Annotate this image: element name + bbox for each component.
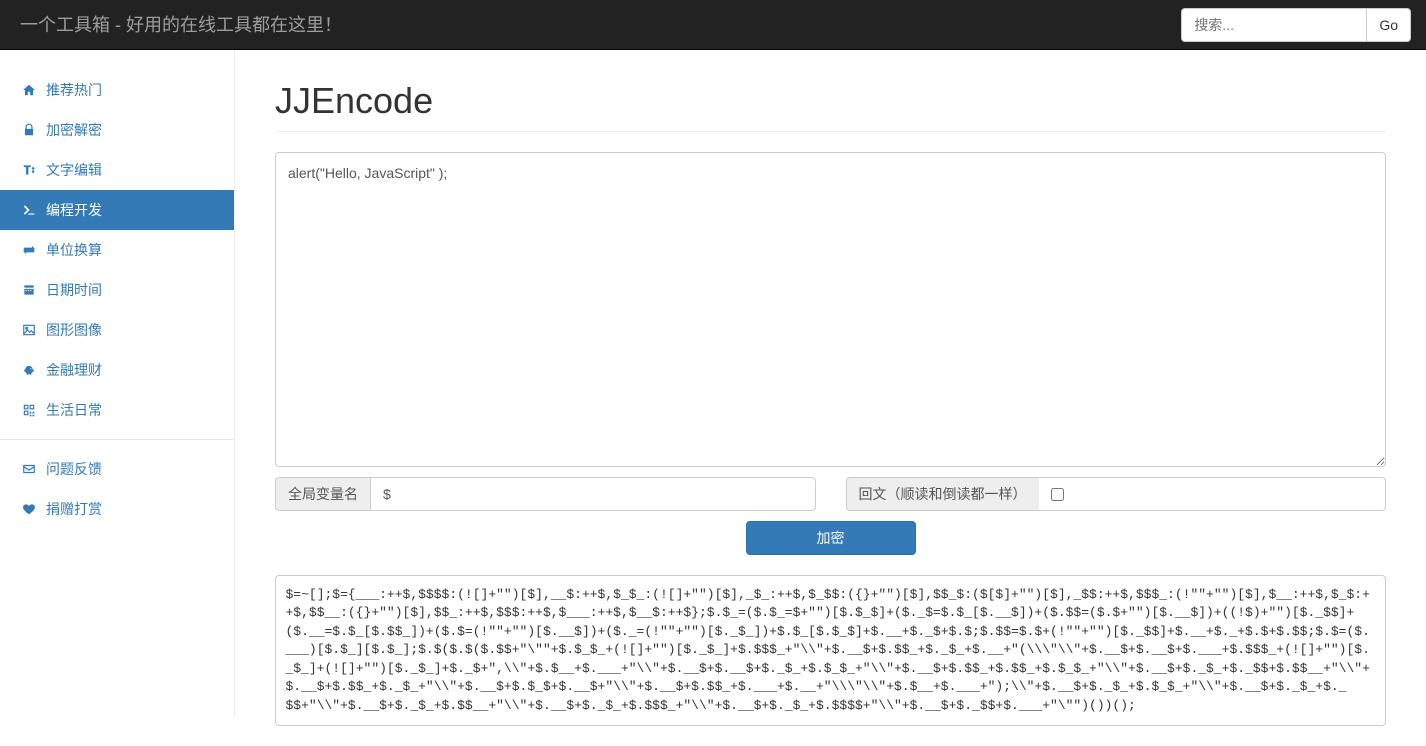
sidebar-item-label: 金融理财 [46, 360, 102, 380]
terminal-icon [20, 203, 38, 217]
sidebar-item-label: 单位换算 [46, 240, 102, 260]
encrypt-button[interactable]: 加密 [746, 521, 916, 555]
sidebar-item-label: 捐赠打赏 [46, 499, 102, 519]
global-var-input[interactable] [370, 477, 816, 511]
sidebar-item-feedback[interactable]: 问题反馈 [0, 449, 234, 489]
qrcode-icon [20, 403, 38, 417]
sidebar: 推荐热门 加密解密 文字编辑 编程开发 单位换算 日期时间 图形 [0, 50, 235, 717]
heart-icon [20, 502, 38, 516]
home-icon [20, 83, 38, 97]
page-header: JJEncode [275, 80, 1386, 132]
sidebar-item-recommended[interactable]: 推荐热门 [0, 70, 234, 110]
calendar-icon [20, 283, 38, 297]
sidebar-item-label: 生活日常 [46, 400, 102, 420]
sidebar-item-label: 日期时间 [46, 280, 102, 300]
sidebar-item-coding[interactable]: 编程开发 [0, 190, 234, 230]
palindrome-checkbox-wrap [1039, 477, 1387, 511]
sidebar-item-encryption[interactable]: 加密解密 [0, 110, 234, 150]
palindrome-group: 回文（顺读和倒读都一样） [846, 477, 1387, 511]
encode-form: alert("Hello, JavaScript" ); 全局变量名 回文（顺读… [275, 152, 1386, 726]
sidebar-item-label: 文字编辑 [46, 160, 102, 180]
sidebar-item-label: 加密解密 [46, 120, 102, 140]
sidebar-item-label: 图形图像 [46, 320, 102, 340]
search-go-button[interactable]: Go [1366, 8, 1411, 42]
sidebar-item-finance[interactable]: 金融理财 [0, 350, 234, 390]
lock-icon [20, 123, 38, 137]
piggy-bank-icon [20, 363, 38, 377]
sidebar-item-daily-life[interactable]: 生活日常 [0, 390, 234, 430]
transfer-icon [20, 243, 38, 257]
sidebar-item-label: 编程开发 [46, 200, 102, 220]
global-var-group: 全局变量名 [275, 477, 816, 511]
sidebar-item-label: 问题反馈 [46, 459, 102, 479]
picture-icon [20, 323, 38, 337]
sidebar-item-donate[interactable]: 捐赠打赏 [0, 489, 234, 529]
sidebar-item-image[interactable]: 图形图像 [0, 310, 234, 350]
options-row: 全局变量名 回文（顺读和倒读都一样） [275, 477, 1386, 511]
sidebar-item-datetime[interactable]: 日期时间 [0, 270, 234, 310]
main-content: JJEncode alert("Hello, JavaScript" ); 全局… [235, 50, 1426, 746]
code-input[interactable]: alert("Hello, JavaScript" ); [275, 152, 1386, 467]
search-form: Go [1181, 8, 1411, 42]
envelope-icon [20, 462, 38, 476]
brand-link[interactable]: 一个工具箱 - 好用的在线工具都在这里！ [15, 0, 347, 50]
sidebar-item-text-edit[interactable]: 文字编辑 [0, 150, 234, 190]
sidebar-item-unit-convert[interactable]: 单位换算 [0, 230, 234, 270]
page-title: JJEncode [275, 80, 1386, 122]
sidebar-divider [0, 439, 234, 440]
palindrome-checkbox[interactable] [1051, 488, 1064, 501]
encoded-output: $=~[];$={___:++$,$$$$:(![]+"")[$],__$:++… [275, 575, 1386, 726]
global-var-label: 全局变量名 [275, 477, 370, 511]
top-navbar: 一个工具箱 - 好用的在线工具都在这里！ Go [0, 0, 1426, 50]
sidebar-item-label: 推荐热门 [46, 80, 102, 100]
text-height-icon [20, 163, 38, 177]
palindrome-label: 回文（顺读和倒读都一样） [846, 477, 1039, 511]
search-input[interactable] [1181, 8, 1366, 42]
